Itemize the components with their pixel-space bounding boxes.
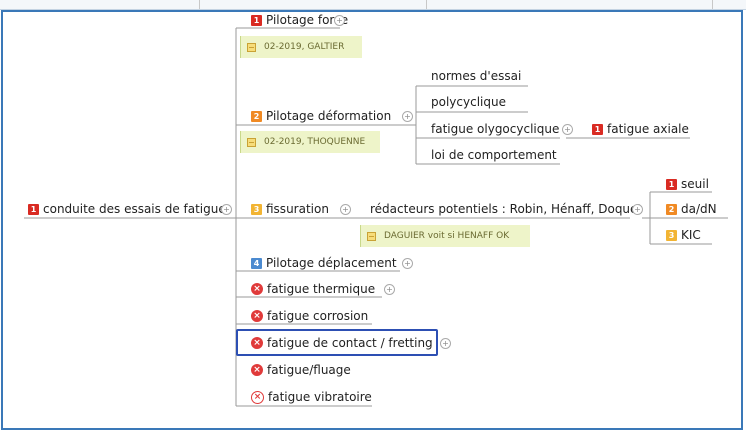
topic-label: KIC — [681, 228, 701, 242]
note-text: 02-2019, THOQUENNE — [264, 137, 366, 147]
collapse-icon[interactable]: + — [334, 15, 345, 26]
collapse-icon[interactable]: + — [440, 338, 451, 349]
collapse-icon[interactable]: + — [340, 204, 351, 215]
x-circle-icon: × — [251, 283, 263, 295]
topic-label: fatigue/fluage — [267, 363, 351, 377]
root-node[interactable]: 1 conduite des essais de fatigue — [28, 200, 226, 218]
note-icon — [247, 137, 256, 147]
topic-label: polycyclique — [431, 95, 506, 109]
collapse-icon[interactable]: + — [402, 258, 413, 269]
note-galtier: 02-2019, GALTIER — [240, 36, 362, 58]
priority-badge: 1 — [666, 178, 677, 190]
topic-fatigue-vibratoire[interactable]: × fatigue vibratoire — [251, 388, 372, 406]
x-circle-icon: × — [251, 310, 263, 322]
note-text: 02-2019, GALTIER — [264, 42, 345, 52]
topic-label: fatigue olygocyclique — [431, 122, 560, 136]
root-label: conduite des essais de fatigue — [43, 202, 226, 216]
topic-label: fatigue thermique — [267, 282, 376, 296]
collapse-icon[interactable]: + — [402, 111, 413, 122]
note-icon — [367, 231, 376, 241]
collapse-icon[interactable]: + — [562, 124, 573, 135]
topic-fatigue-contact-fretting[interactable]: × fatigue de contact / fretting — [251, 334, 433, 352]
priority-badge: 3 — [666, 229, 677, 241]
topic-label: rédacteurs potentiels : Robin, Hénaff, D… — [370, 202, 643, 216]
priority-badge: 3 — [251, 203, 262, 215]
topic-label: Pilotage déplacement — [266, 256, 397, 270]
note-daguier: DAGUIER voit si HENAFF OK — [360, 225, 530, 247]
collapse-icon[interactable]: + — [384, 284, 395, 295]
x-circle-outline-icon: × — [251, 390, 264, 404]
mindmap-canvas: 1 conduite des essais de fatigue + 1 Pil… — [0, 0, 746, 432]
priority-badge: 4 — [251, 257, 262, 269]
topic-redacteurs[interactable]: rédacteurs potentiels : Robin, Hénaff, D… — [370, 200, 642, 218]
topic-label: fatigue vibratoire — [268, 390, 372, 404]
topic-label: da/dN — [681, 202, 717, 216]
collapse-icon[interactable]: + — [632, 204, 643, 215]
collapse-icon[interactable]: + — [221, 204, 232, 215]
topic-label: loi de comportement — [431, 148, 557, 162]
topic-polycyclique[interactable]: polycyclique — [431, 93, 506, 111]
topic-fissuration[interactable]: 3 fissuration — [251, 200, 329, 218]
topic-loi-comportement[interactable]: loi de comportement — [431, 146, 557, 164]
topic-seuil[interactable]: 1 seuil — [666, 175, 709, 193]
priority-badge: 2 — [251, 110, 262, 122]
x-circle-icon: × — [251, 364, 263, 376]
topic-fatigue-corrosion[interactable]: × fatigue corrosion — [251, 307, 368, 325]
topic-fatigue-axiale[interactable]: 1 fatigue axiale — [592, 120, 689, 138]
topic-label: fatigue axiale — [607, 122, 689, 136]
note-text: DAGUIER voit si HENAFF OK — [384, 231, 510, 241]
topic-label: fissuration — [266, 202, 329, 216]
topic-pilotage-deplacement[interactable]: 4 Pilotage déplacement — [251, 254, 397, 272]
topic-normes-essai[interactable]: normes d'essai — [431, 67, 521, 85]
x-circle-icon: × — [251, 337, 263, 349]
priority-badge: 2 — [666, 203, 677, 215]
topic-fatigue-fluage[interactable]: × fatigue/fluage — [251, 361, 351, 379]
topic-fatigue-thermique[interactable]: × fatigue thermique — [251, 280, 375, 298]
note-thoquenne: 02-2019, THOQUENNE — [240, 131, 380, 153]
priority-badge: 1 — [28, 203, 39, 215]
note-icon — [247, 42, 256, 52]
topic-fatigue-olygocyclique[interactable]: fatigue olygocyclique — [431, 120, 559, 138]
topic-kic[interactable]: 3 KIC — [666, 226, 701, 244]
topic-label: Pilotage déformation — [266, 109, 392, 123]
topic-label: seuil — [681, 177, 709, 191]
priority-badge: 1 — [251, 14, 262, 26]
topic-pilotage-deformation[interactable]: 2 Pilotage déformation — [251, 107, 391, 125]
priority-badge: 1 — [592, 123, 603, 135]
topic-label: normes d'essai — [431, 69, 522, 83]
topic-label: fatigue de contact / fretting — [267, 336, 433, 350]
topic-da-dn[interactable]: 2 da/dN — [666, 200, 717, 218]
topic-label: fatigue corrosion — [267, 309, 369, 323]
